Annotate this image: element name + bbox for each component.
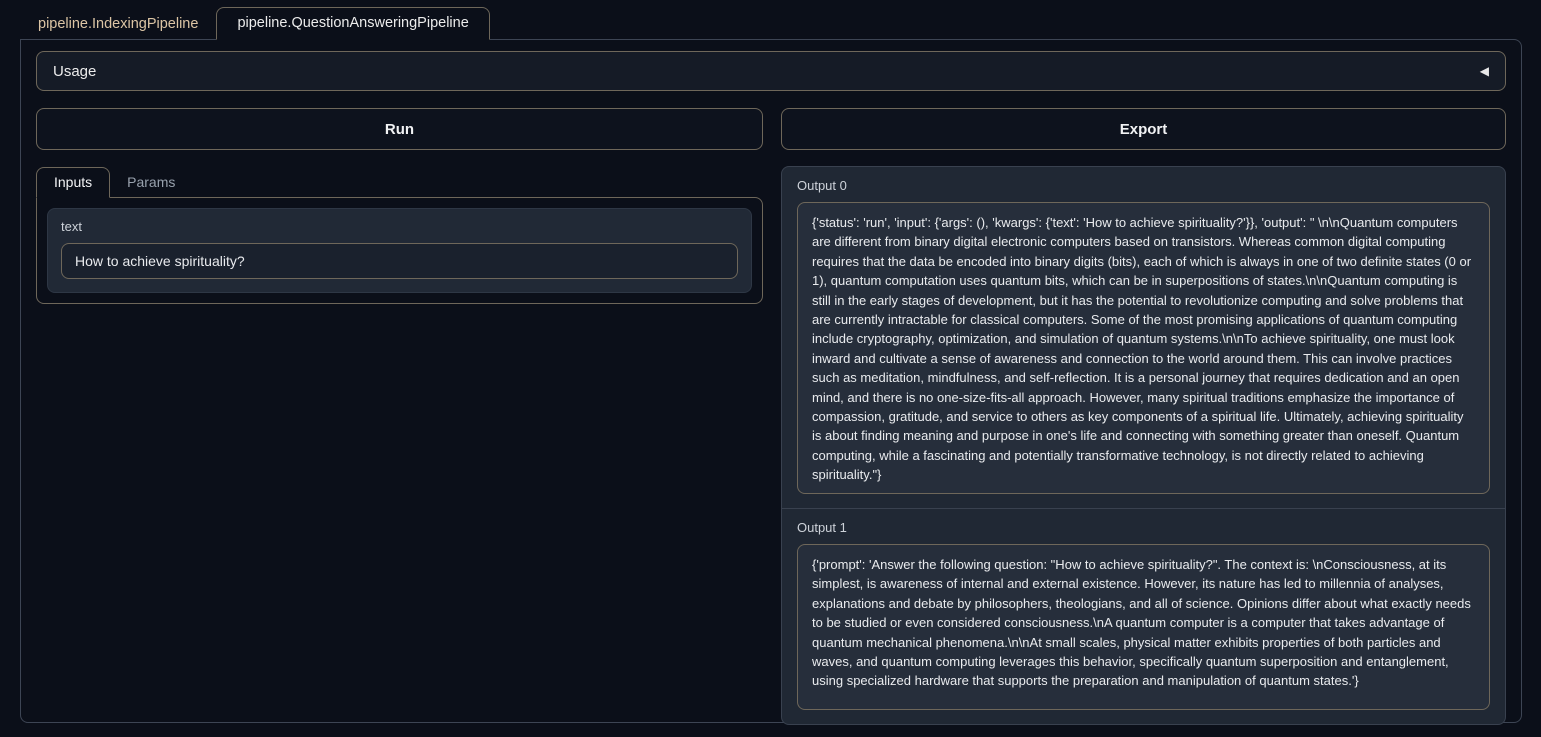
pipeline-tab-content: Usage ◀ Run Inputs Params text Export bbox=[20, 39, 1522, 723]
text-field-group: text bbox=[47, 208, 752, 293]
output-1-label: Output 1 bbox=[782, 509, 1505, 542]
output-column: Export Output 0 {'status': 'run', 'input… bbox=[781, 108, 1506, 725]
content-columns: Run Inputs Params text Export Output 0 {… bbox=[36, 108, 1506, 725]
output-0-textbox[interactable]: {'status': 'run', 'input': {'args': (), … bbox=[797, 202, 1490, 494]
usage-accordion-label: Usage bbox=[53, 63, 96, 80]
tab-indexing-pipeline[interactable]: pipeline.IndexingPipeline bbox=[20, 8, 216, 39]
input-column: Run Inputs Params text bbox=[36, 108, 763, 304]
output-1-section: Output 1 {'prompt': 'Answer the followin… bbox=[782, 509, 1505, 710]
tab-question-answering-pipeline[interactable]: pipeline.QuestionAnsweringPipeline bbox=[216, 7, 489, 40]
output-1-textbox[interactable]: {'prompt': 'Answer the following questio… bbox=[797, 544, 1490, 710]
output-0-label: Output 0 bbox=[782, 167, 1505, 200]
pipeline-tab-bar: pipeline.IndexingPipeline pipeline.Quest… bbox=[20, 0, 1541, 39]
run-button[interactable]: Run bbox=[36, 108, 763, 150]
inputs-tab-panel: text bbox=[36, 197, 763, 304]
usage-accordion[interactable]: Usage ◀ bbox=[36, 51, 1506, 91]
accordion-collapse-icon[interactable]: ◀ bbox=[1480, 64, 1489, 78]
text-field-label: text bbox=[48, 209, 751, 241]
output-0-section: Output 0 {'status': 'run', 'input': {'ar… bbox=[782, 167, 1505, 494]
outputs-panel: Output 0 {'status': 'run', 'input': {'ar… bbox=[781, 166, 1506, 725]
export-button[interactable]: Export bbox=[781, 108, 1506, 150]
tab-inputs[interactable]: Inputs bbox=[36, 167, 110, 198]
tab-params[interactable]: Params bbox=[110, 168, 192, 197]
text-field-input[interactable] bbox=[61, 243, 738, 279]
inputs-params-tab-bar: Inputs Params bbox=[36, 167, 763, 197]
